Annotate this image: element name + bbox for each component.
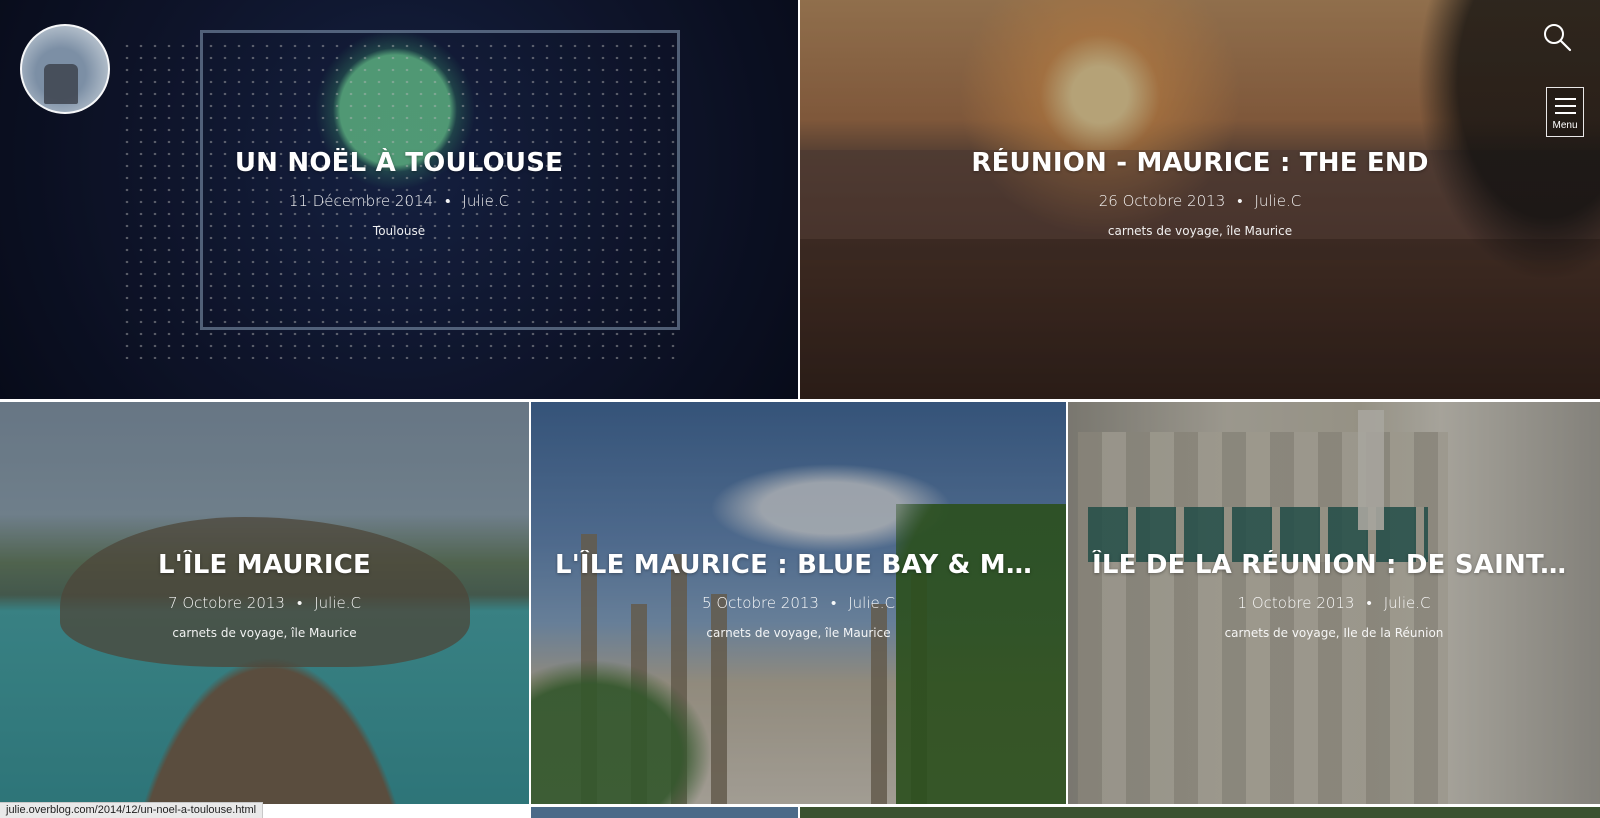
post-author[interactable]: Julie.C	[848, 594, 895, 612]
post-author[interactable]: Julie.C	[1255, 192, 1302, 210]
search-icon[interactable]	[1542, 22, 1572, 52]
avatar-photo	[44, 64, 78, 104]
post-categories[interactable]: carnets de voyage, Ile de la Réunion	[1092, 626, 1576, 640]
separator-dot: •	[1366, 594, 1372, 612]
post-date: 7 Octobre 2013	[168, 594, 285, 612]
post-grid: UN NOËL À TOULOUSE 11 Décembre 2014 • Juli…	[0, 0, 1600, 818]
post-tile-un-noel-a-toulouse[interactable]: UN NOËL À TOULOUSE 11 Décembre 2014 • Juli…	[0, 0, 798, 399]
post-tile-ile-de-la-reunion[interactable]: ÎLE DE LA RÉUNION : DE SAINT-D... 1 Octo…	[1068, 402, 1600, 804]
post-meta: 11 Décembre 2014 • Julie.C	[24, 192, 774, 210]
post-tile-reunion-maurice-the-end[interactable]: RÉUNION - MAURICE : THE END 26 Octobre 2…	[800, 0, 1600, 399]
post-categories[interactable]: carnets de voyage, île Maurice	[24, 626, 505, 640]
post-cover-image	[531, 807, 798, 818]
post-date: 26 Octobre 2013	[1098, 192, 1226, 210]
separator-dot: •	[445, 192, 451, 210]
post-date: 1 Octobre 2013	[1237, 594, 1355, 612]
post-caption: L'ÎLE MAURICE : BLUE BAY & MA... 5 Octob…	[531, 550, 1066, 640]
post-cover-image	[800, 807, 1600, 818]
post-date: 11 Décembre 2014	[288, 192, 434, 210]
separator-dot: •	[830, 594, 837, 612]
post-meta: 5 Octobre 2013 • Julie.C	[555, 594, 1042, 612]
post-caption: L'ÎLE MAURICE 7 Octobre 2013 • Julie.C car…	[0, 550, 529, 640]
post-author[interactable]: Julie.C	[314, 594, 361, 612]
post-meta: 1 Octobre 2013 • Julie.C	[1092, 594, 1576, 612]
post-caption: UN NOËL À TOULOUSE 11 Décembre 2014 • Juli…	[0, 148, 798, 238]
post-categories[interactable]: carnets de voyage, île Maurice	[555, 626, 1042, 640]
status-bar-url: julie.overblog.com/2014/12/un-noel-a-tou…	[0, 802, 264, 818]
post-meta: 26 Octobre 2013 • Julie.C	[824, 192, 1576, 210]
post-title: RÉUNION - MAURICE : THE END	[971, 148, 1429, 178]
post-tile-partial[interactable]	[531, 807, 798, 818]
post-caption: RÉUNION - MAURICE : THE END 26 Octobre 2…	[800, 148, 1600, 238]
hamburger-icon	[1555, 98, 1576, 114]
post-caption: ÎLE DE LA RÉUNION : DE SAINT-D... 1 Octo…	[1068, 550, 1600, 640]
separator-dot: •	[1237, 192, 1243, 210]
post-meta: 7 Octobre 2013 • Julie.C	[24, 594, 505, 612]
post-author[interactable]: Julie.C	[1384, 594, 1431, 612]
post-tile-lile-maurice-blue-bay[interactable]: L'ÎLE MAURICE : BLUE BAY & MA... 5 Octob…	[531, 402, 1066, 804]
post-title: ÎLE DE LA RÉUNION : DE SAINT-D...	[1092, 550, 1576, 580]
separator-dot: •	[296, 594, 303, 612]
site-avatar[interactable]	[20, 24, 110, 114]
post-title: UN NOËL À TOULOUSE	[234, 148, 564, 178]
post-tile-lile-maurice[interactable]: L'ÎLE MAURICE 7 Octobre 2013 • Julie.C car…	[0, 402, 529, 804]
post-author[interactable]: Julie.C	[462, 192, 509, 210]
menu-label: Menu	[1552, 120, 1578, 131]
post-categories[interactable]: carnets de voyage, île Maurice	[824, 224, 1576, 238]
menu-button[interactable]: Menu	[1546, 87, 1584, 137]
post-title: L'ÎLE MAURICE : BLUE BAY & MA...	[555, 550, 1042, 580]
post-tile-partial[interactable]	[800, 807, 1600, 818]
post-categories[interactable]: Toulouse	[24, 224, 774, 238]
post-title: L'ÎLE MAURICE	[157, 550, 372, 580]
post-date: 5 Octobre 2013	[702, 594, 819, 612]
